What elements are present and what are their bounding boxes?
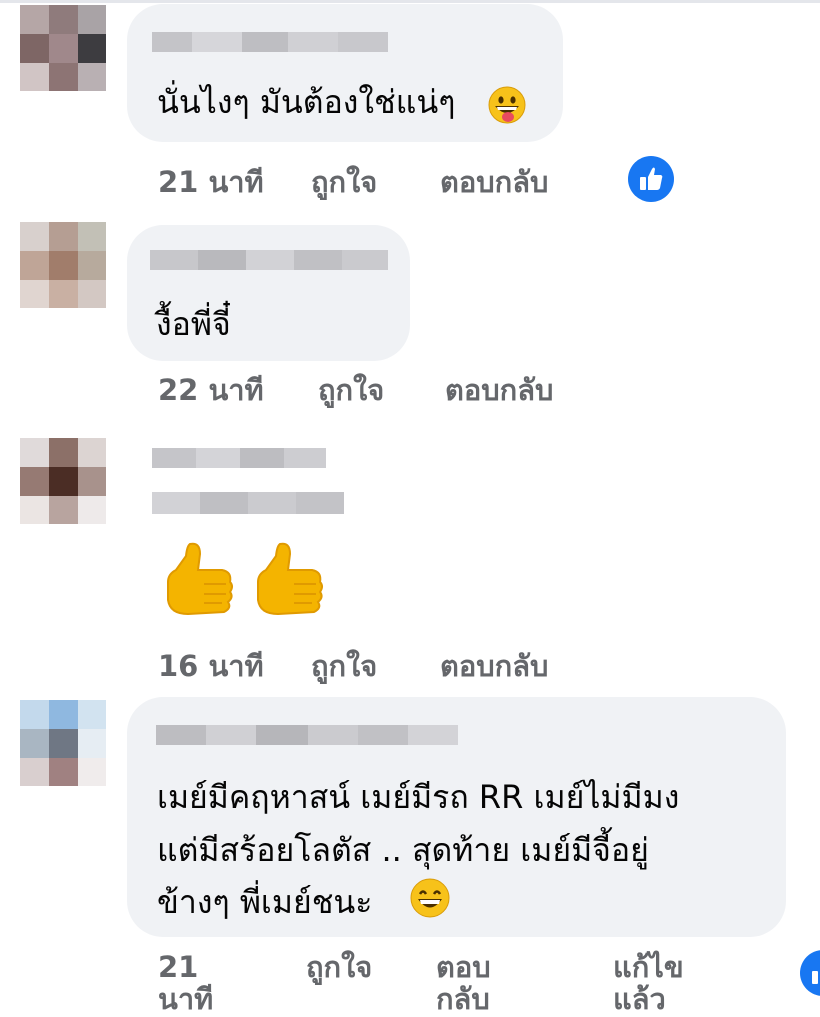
reply-button[interactable]: ตอบ — [436, 950, 491, 984]
comment-time[interactable]: 22 นาที — [158, 373, 264, 407]
commenter-name[interactable] — [156, 725, 458, 745]
commenter-subtitle — [152, 492, 344, 514]
avatar[interactable] — [20, 222, 106, 308]
commenter-name[interactable] — [152, 448, 326, 468]
comment-text: นั่นไงๆ มันต้องใช่แน่ๆ — [157, 83, 456, 121]
like-reaction-icon[interactable] — [800, 950, 820, 996]
avatar[interactable] — [20, 438, 106, 524]
like-button[interactable]: ถูกใจ — [306, 950, 372, 984]
avatar[interactable] — [20, 5, 106, 91]
grinning-smile-emoji — [410, 878, 450, 918]
grinning-tongue-emoji — [488, 86, 526, 124]
reply-button[interactable]: กลับ — [436, 982, 490, 1016]
comment-time[interactable]: นาที — [158, 982, 213, 1016]
commenter-name[interactable] — [152, 32, 388, 52]
thumbs-up-emoji — [160, 540, 238, 620]
commenter-name[interactable] — [150, 250, 388, 270]
edited-label[interactable]: แล้ว — [613, 982, 666, 1016]
comment-text-line: แต่มีสร้อยโลตัส .. สุดท้าย เมย์มีจี้อยู่ — [157, 831, 649, 869]
like-button[interactable]: ถูกใจ — [311, 165, 377, 199]
like-button[interactable]: ถูกใจ — [318, 373, 384, 407]
comment-time[interactable]: 21 นาที — [158, 165, 264, 199]
comment-text-line: ข้างๆ พี่เมย์ชนะ — [157, 883, 373, 921]
reply-button[interactable]: ตอบกลับ — [445, 373, 553, 407]
edited-label[interactable]: แก้ไข — [613, 950, 684, 984]
reply-button[interactable]: ตอบกลับ — [440, 649, 548, 683]
comment-time[interactable]: 16 นาที — [158, 649, 264, 683]
comment-text: งื้อพี่จี๋ — [156, 305, 231, 343]
reply-button[interactable]: ตอบกลับ — [440, 165, 548, 199]
like-reaction-icon[interactable] — [628, 156, 674, 202]
thumbs-up-emoji — [250, 540, 328, 620]
comment-text-line: เมย์มีคฤหาสน์ เมย์มีรถ RR เมย์ไม่มีมง — [157, 778, 680, 816]
like-button[interactable]: ถูกใจ — [311, 649, 377, 683]
top-divider — [0, 0, 820, 3]
avatar[interactable] — [20, 700, 106, 786]
comment-time[interactable]: 21 — [158, 950, 198, 984]
